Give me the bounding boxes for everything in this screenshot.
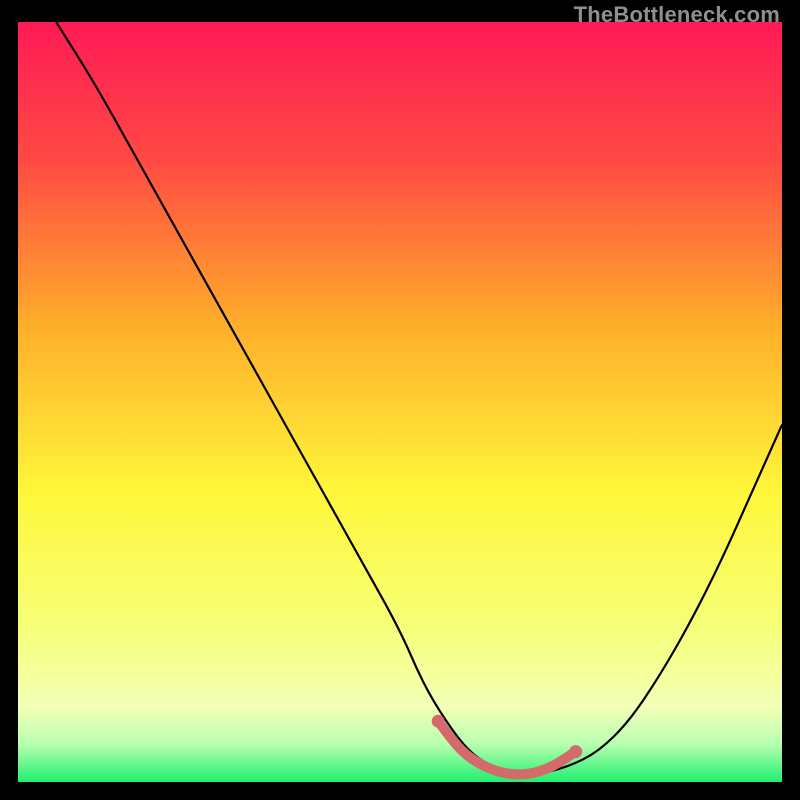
bottleneck-chart — [18, 22, 782, 782]
optimal-range-dot — [569, 745, 582, 758]
gradient-background — [18, 22, 782, 782]
optimal-range-dot — [432, 715, 445, 728]
chart-frame — [18, 22, 782, 782]
